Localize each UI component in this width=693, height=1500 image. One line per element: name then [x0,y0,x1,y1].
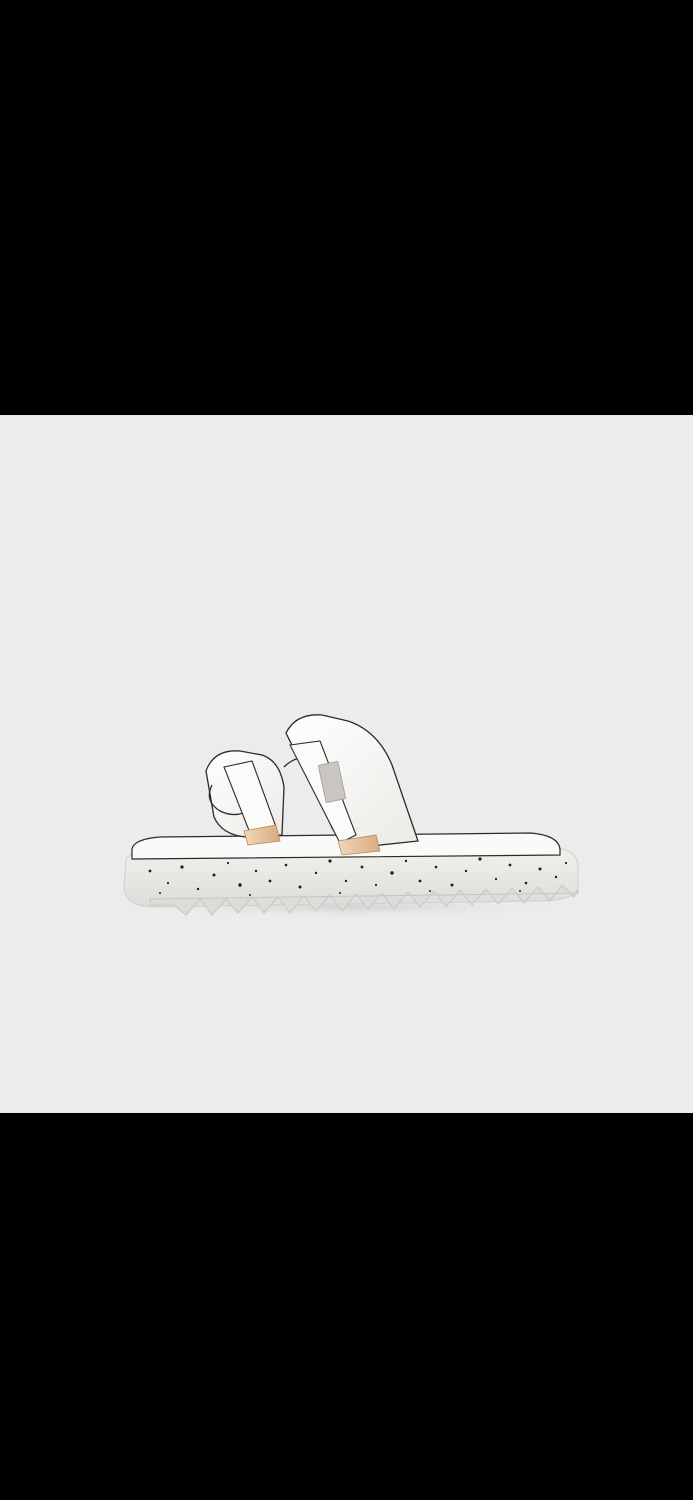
image-viewer [0,0,693,1500]
letterbox-bottom [0,1113,693,1500]
product-photo[interactable] [0,415,693,1113]
sandal-illustration [115,714,585,919]
letterbox-top [0,0,693,415]
